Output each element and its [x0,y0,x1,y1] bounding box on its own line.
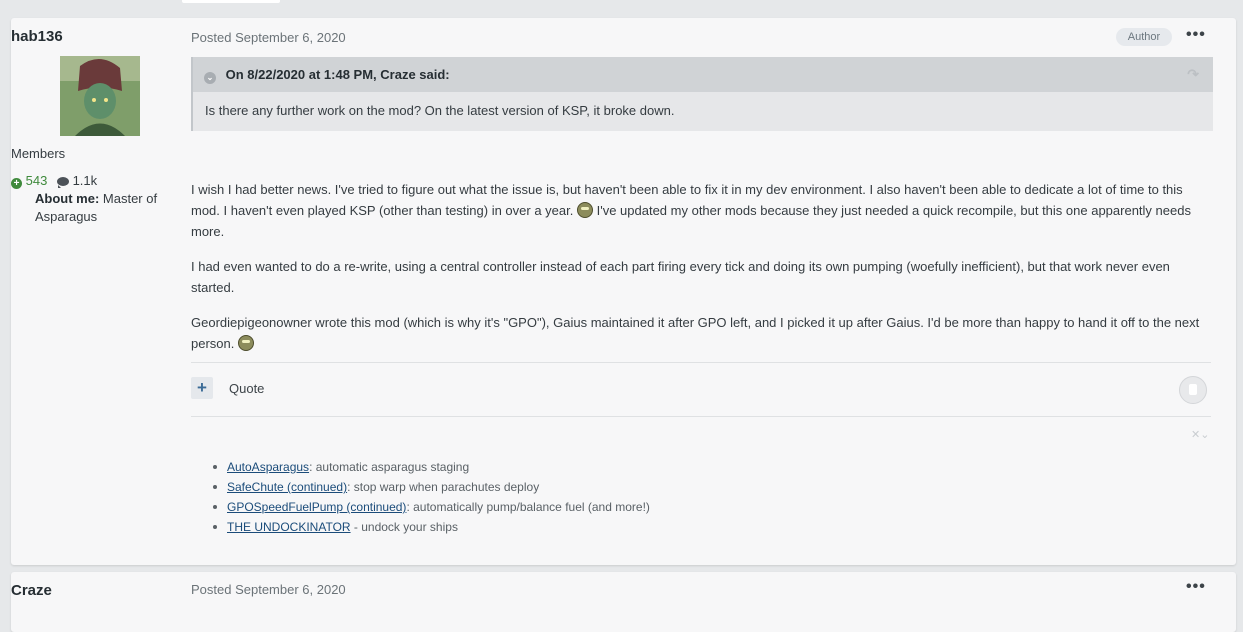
signature-link[interactable]: AutoAsparagus [227,460,309,474]
signature-item: GPOSpeedFuelPump (continued): automatica… [213,497,650,517]
more-options-icon[interactable]: ••• [1186,578,1206,596]
post-count[interactable]: 1.1k [73,173,98,188]
hide-signature-icon[interactable]: ✕⌄ [1191,428,1209,441]
author-badge: Author [1116,28,1172,46]
signature-link[interactable]: SafeChute (continued) [227,480,347,494]
divider [191,416,1211,417]
paragraph-2: I had even wanted to do a re-write, usin… [191,259,1170,295]
member-group: Members [11,146,66,161]
signature: AutoAsparagus: automatic asparagus stagi… [213,457,650,537]
divider [191,362,1211,363]
signature-item: AutoAsparagus: automatic asparagus stagi… [213,457,650,477]
like-button[interactable] [1179,376,1207,404]
quote-button[interactable]: Quote [229,381,264,396]
reputation-plus-icon: + [11,178,22,189]
signature-text: - undock your ships [350,520,458,534]
forum-post: hab136 Members + 543 1.1k About me: Mast… [11,18,1236,565]
about-me: About me: Master of Asparagus [35,190,167,226]
paragraph-3-text: Geordiepigeonowner wrote this mod (which… [191,315,1200,351]
paragraph-3: Geordiepigeonowner wrote this mod (which… [191,312,1211,354]
post-date[interactable]: Posted September 6, 2020 [191,30,346,45]
multiquote-plus-button[interactable]: + [191,377,213,399]
quote-text: Is there any further work on the mod? On… [205,103,675,118]
signature-link[interactable]: THE UNDOCKINATOR [227,520,351,534]
emoji-icon [238,335,254,351]
comment-bubble-icon [56,177,69,188]
signature-item: THE UNDOCKINATOR - undock your ships [213,517,650,537]
avatar[interactable] [60,56,140,136]
collapse-toggle-icon[interactable]: ⌄ [204,72,216,84]
post-date[interactable]: Posted September 6, 2020 [191,582,346,597]
signature-text: : stop warp when parachutes deploy [347,480,540,494]
signature-text: : automatic asparagus staging [309,460,470,474]
author-name-link[interactable]: Craze [11,582,191,599]
signature-text: : automatically pump/balance fuel (and m… [406,500,650,514]
member-stats: + 543 1.1k [11,173,191,189]
signature-link[interactable]: GPOSpeedFuelPump (continued) [227,500,406,514]
emoji-icon [576,202,593,218]
forum-post: Craze Posted September 6, 2020 ••• [11,572,1236,632]
quote-citation: ⌄ On 8/22/2020 at 1:48 PM, Craze said: ↷ [193,57,1213,92]
about-label: About me: [35,191,100,206]
quoted-post: ⌄ On 8/22/2020 at 1:48 PM, Craze said: ↷… [191,57,1213,131]
more-options-icon[interactable]: ••• [1186,26,1206,44]
paragraph-1: I wish I had better news. I've tried to … [191,179,1211,242]
signature-item: SafeChute (continued): stop warp when pa… [213,477,650,497]
tab-indicator [182,0,280,3]
author-name-link[interactable]: hab136 [11,28,191,45]
quote-citation-text: On 8/22/2020 at 1:48 PM, Craze said: [225,67,450,82]
reputation-count: 543 [25,173,48,188]
post-content: I wish I had better news. I've tried to … [191,179,1211,368]
go-to-quote-icon[interactable]: ↷ [1187,57,1199,92]
